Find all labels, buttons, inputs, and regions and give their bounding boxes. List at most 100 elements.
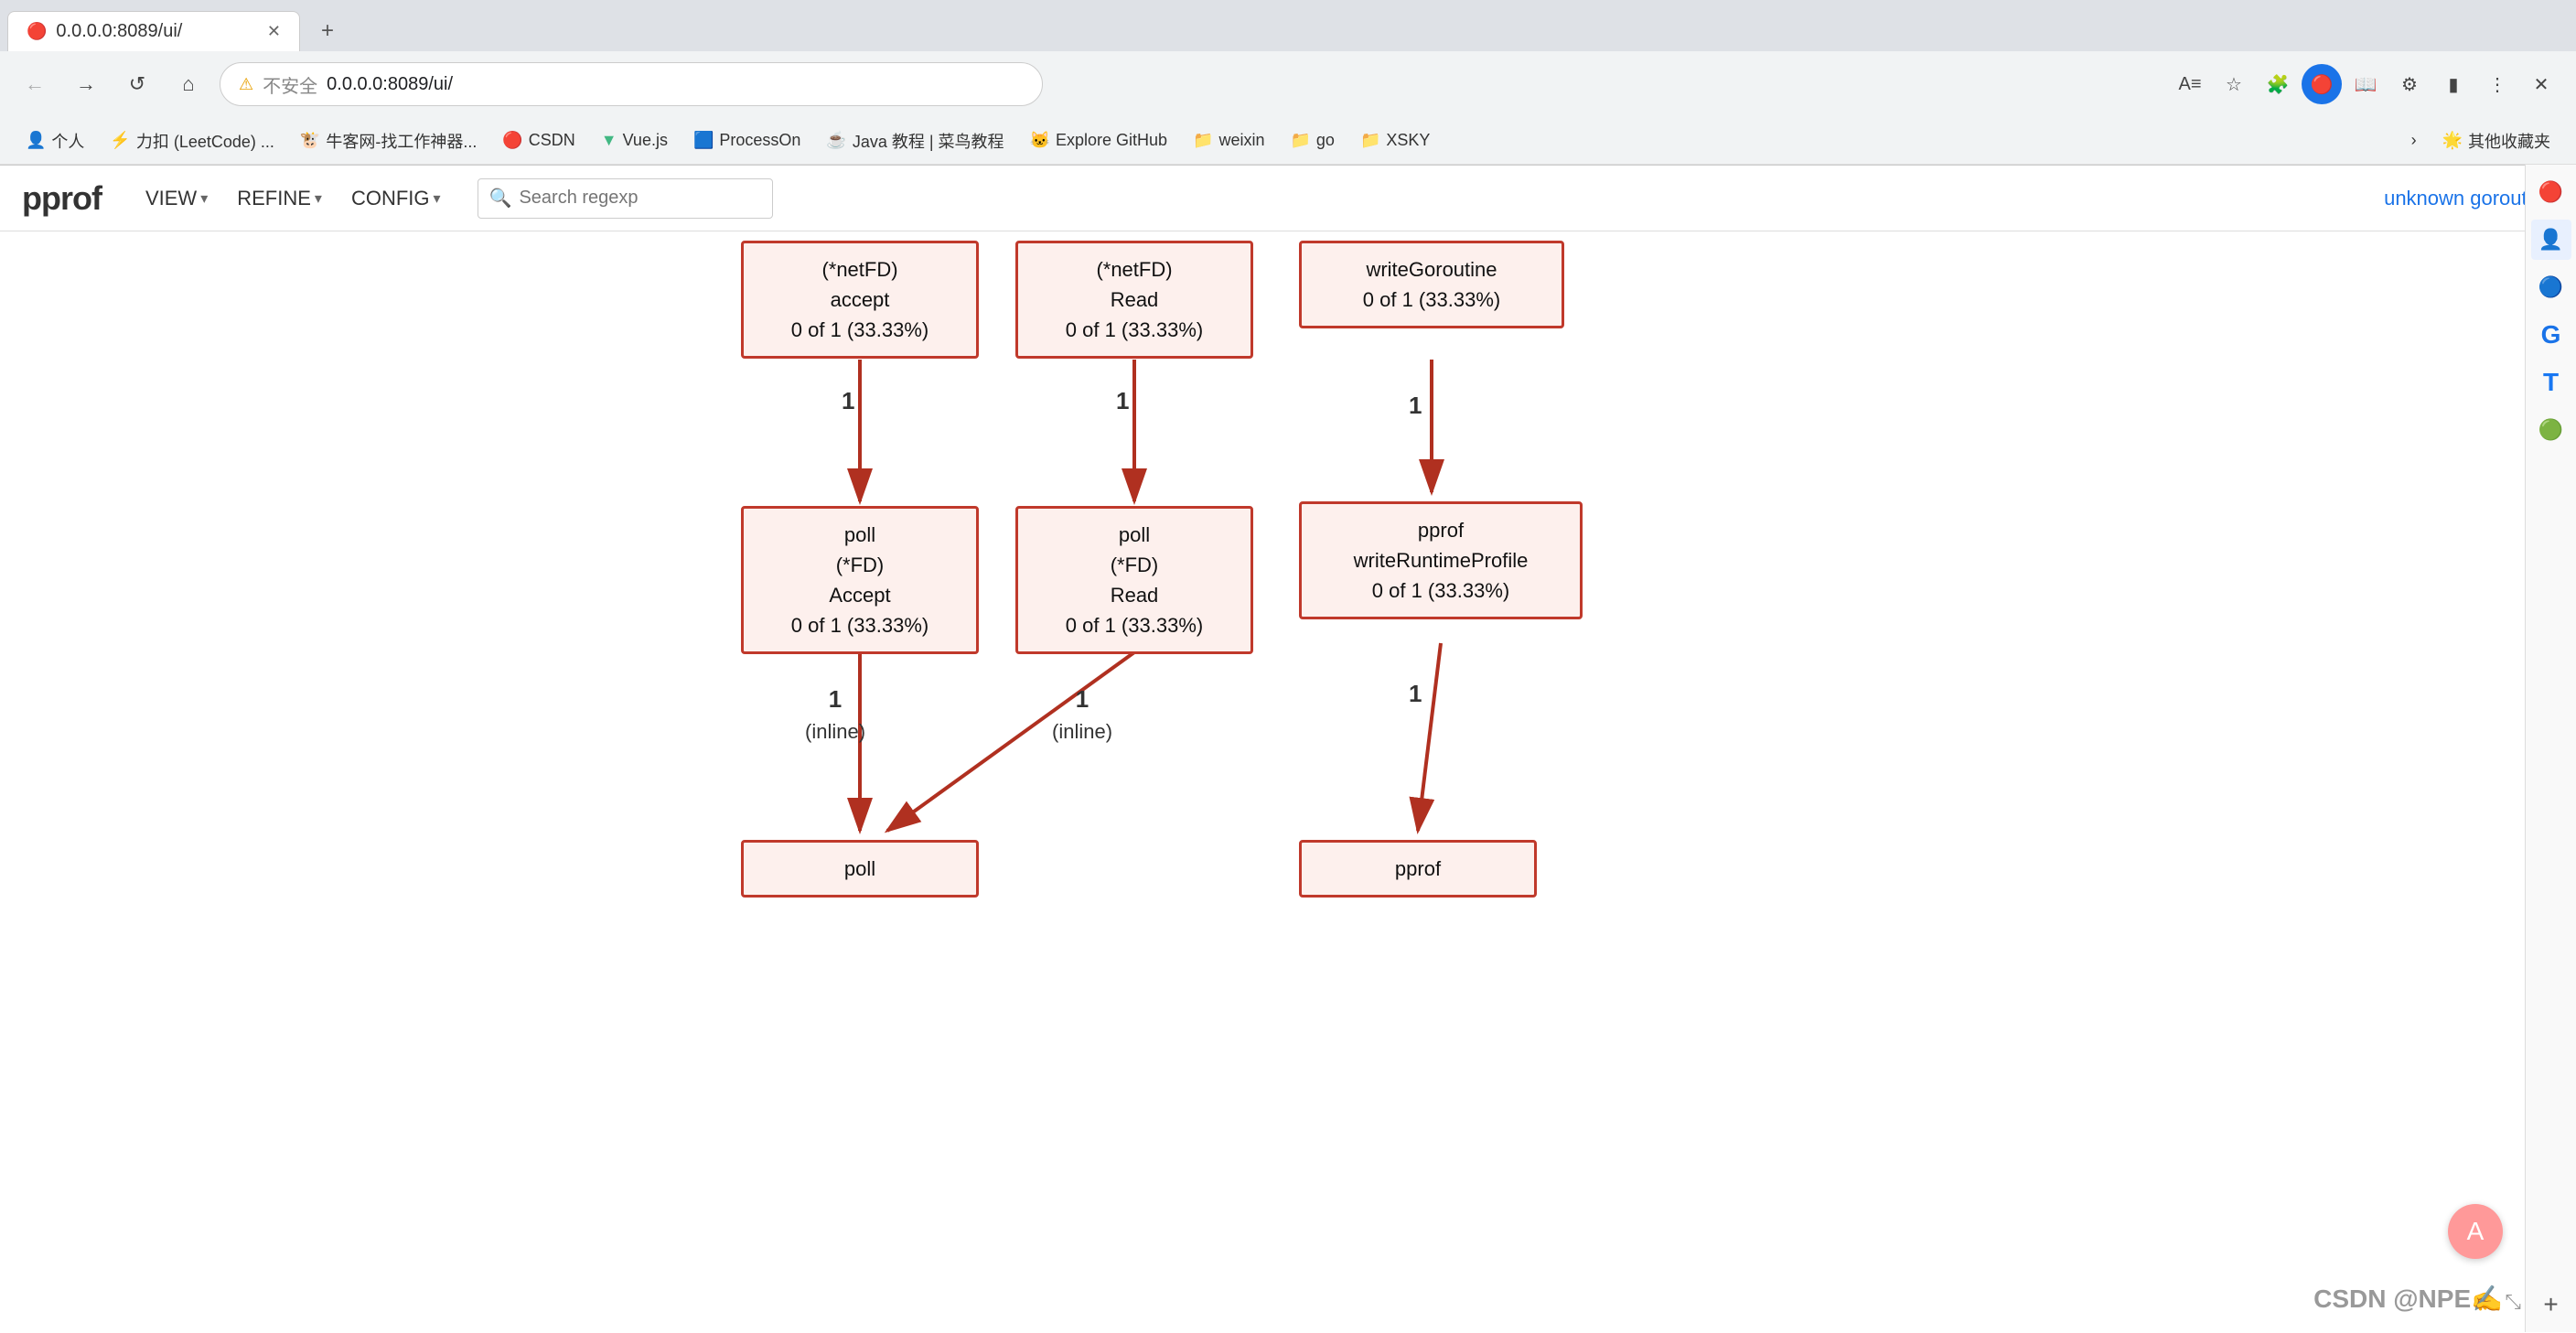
bookmark-leetcode-label: 力扣 (LeetCode) ... — [136, 129, 274, 153]
node-poll-fd-accept-line2: (*FD) — [758, 550, 961, 580]
edge-label-3: 1 — [1409, 392, 1422, 420]
edge-label-6: 1 — [1409, 680, 1422, 708]
node-netfd-read[interactable]: (*netFD) Read 0 of 1 (33.33%) — [1015, 241, 1253, 359]
node-netfd-accept-line2: accept — [758, 285, 961, 315]
menu-config-chevron: ▾ — [434, 189, 441, 208]
node-poll-fd-read-line3: Read — [1033, 580, 1236, 610]
bookmark-go[interactable]: 📁 go — [1279, 127, 1345, 154]
app-header: pprof VIEW ▾ REFINE ▾ CONFIG ▾ 🔍 unknown… — [0, 166, 2576, 231]
bookmark-processon[interactable]: 🟦 ProcessOn — [682, 127, 811, 154]
node-poll-fd-accept-line1: poll — [758, 520, 961, 550]
extensions-button[interactable]: 🧩 — [2258, 64, 2298, 104]
bookmarks-bar: 👤 个人 ⚡ 力扣 (LeetCode) ... 🐮 牛客网-找工作神器... … — [0, 117, 2576, 165]
back-button[interactable]: ← — [15, 64, 55, 104]
node-writegoroutine-line2: 0 of 1 (33.33%) — [1316, 285, 1547, 315]
settings-button[interactable]: ⚙ — [2389, 64, 2430, 104]
more-tools-button[interactable]: ⋮ — [2477, 64, 2517, 104]
bookmark-personal[interactable]: 👤 个人 — [15, 125, 95, 156]
browser-chrome: 🔴 0.0.0.0:8089/ui/ ✕ + ← → ↺ ⌂ ⚠ 不安全 0.0… — [0, 0, 2576, 166]
node-netfd-accept-line1: (*netFD) — [758, 254, 961, 285]
home-button[interactable]: ⌂ — [168, 64, 209, 104]
search-input[interactable] — [519, 188, 761, 209]
node-pprof-write-line2: writeRuntimeProfile — [1316, 545, 1565, 575]
sidebar-ext-4[interactable]: G — [2531, 315, 2571, 355]
node-pprof-writeruntimeprofile[interactable]: pprof writeRuntimeProfile 0 of 1 (33.33%… — [1299, 501, 1583, 619]
sidebar-ext-2[interactable]: 👤 — [2531, 220, 2571, 260]
bookmark-xsky-label: XSKY — [1386, 131, 1430, 150]
node-netfd-read-line2: Read — [1033, 285, 1236, 315]
new-tab-button[interactable]: + — [307, 11, 348, 51]
bookmark-others[interactable]: 🌟 其他收藏夹 — [2431, 125, 2561, 156]
menu-refine-chevron: ▾ — [315, 189, 322, 208]
right-sidebar: 🔴 👤 🔵 G T 🟢 + — [2525, 165, 2576, 1332]
sidebar-ext-5[interactable]: T — [2531, 362, 2571, 403]
tab-title: 0.0.0.0:8089/ui/ — [56, 21, 182, 42]
bookmark-button[interactable]: ☆ — [2214, 64, 2254, 104]
bookmark-vuejs-label: Vue.js — [623, 131, 668, 150]
tab-close-button[interactable]: ✕ — [267, 22, 281, 41]
bookmark-xsky[interactable]: 📁 XSKY — [1349, 127, 1441, 154]
menu-config-label: CONFIG — [351, 187, 430, 210]
sidebar-add-button[interactable]: + — [2531, 1285, 2571, 1325]
menu-view-label: VIEW — [145, 187, 197, 210]
sidebar-ext-1[interactable]: 🔴 — [2531, 172, 2571, 212]
node-writegoroutine[interactable]: writeGoroutine 0 of 1 (33.33%) — [1299, 241, 1564, 328]
bookmark-csdn[interactable]: 🔴 CSDN — [491, 127, 585, 154]
bookmark-github[interactable]: 🐱 Explore GitHub — [1019, 127, 1178, 154]
bookmark-java[interactable]: ☕ Java 教程 | 菜鸟教程 — [815, 125, 1014, 156]
graph-canvas: (*netFD) accept 0 of 1 (33.33%) (*netFD)… — [531, 231, 1994, 1333]
bookmark-niuke-icon: 🐮 — [300, 131, 320, 150]
node-poll-fd-accept[interactable]: poll (*FD) Accept 0 of 1 (33.33%) — [741, 506, 979, 654]
active-tab[interactable]: 🔴 0.0.0.0:8089/ui/ ✕ — [7, 11, 300, 51]
forward-button[interactable]: → — [66, 64, 106, 104]
menu-view[interactable]: VIEW ▾ — [131, 181, 222, 216]
bookmark-github-icon: 🐱 — [1030, 131, 1050, 150]
graph-area[interactable]: (*netFD) accept 0 of 1 (33.33%) (*netFD)… — [0, 231, 2525, 1333]
search-icon: 🔍 — [489, 187, 512, 210]
bookmark-weixin-label: weixin — [1218, 131, 1264, 150]
reading-list-button[interactable]: 📖 — [2345, 64, 2386, 104]
graph-arrows — [531, 231, 1994, 1333]
node-poll-fd-read-line4: 0 of 1 (33.33%) — [1033, 610, 1236, 640]
sidebar-toggle-button[interactable]: ▮ — [2433, 64, 2474, 104]
node-netfd-read-line1: (*netFD) — [1033, 254, 1236, 285]
read-mode-button[interactable]: A≡ — [2170, 64, 2210, 104]
sidebar-ext-3[interactable]: 🔵 — [2531, 267, 2571, 307]
node-netfd-accept[interactable]: (*netFD) accept 0 of 1 (33.33%) — [741, 241, 979, 359]
bookmark-csdn-label: CSDN — [529, 131, 575, 150]
bookmark-others-icon: 🌟 — [2442, 131, 2463, 150]
bookmark-processon-icon: 🟦 — [693, 131, 714, 150]
bookmark-personal-label: 个人 — [51, 129, 84, 153]
bookmark-niuke[interactable]: 🐮 牛客网-找工作神器... — [289, 125, 488, 156]
bookmark-vuejs-icon: ▼ — [601, 131, 617, 150]
node-poll-fd-read-line2: (*FD) — [1033, 550, 1236, 580]
bookmark-leetcode[interactable]: ⚡ 力扣 (LeetCode) ... — [99, 125, 284, 156]
node-poll-fd-read-line1: poll — [1033, 520, 1236, 550]
close-browser-button[interactable]: ✕ — [2521, 64, 2561, 104]
bookmark-niuke-label: 牛客网-找工作神器... — [326, 129, 477, 153]
edge-label-5: 1(inline) — [1052, 684, 1112, 747]
bookmark-weixin[interactable]: 📁 weixin — [1182, 127, 1275, 154]
bookmark-vuejs[interactable]: ▼ Vue.js — [590, 127, 679, 154]
menu-refine[interactable]: REFINE ▾ — [222, 181, 337, 216]
refresh-button[interactable]: ↺ — [117, 64, 157, 104]
url-bar[interactable]: ⚠ 不安全 0.0.0.0:8089/ui/ — [220, 62, 1043, 106]
node-pprof-bottom[interactable]: pprof — [1299, 840, 1537, 898]
node-poll-fd-read[interactable]: poll (*FD) Read 0 of 1 (33.33%) — [1015, 506, 1253, 654]
translate-button[interactable]: A — [2448, 1204, 2503, 1259]
search-box[interactable]: 🔍 — [478, 178, 774, 219]
node-writegoroutine-line1: writeGoroutine — [1316, 254, 1547, 285]
bookmark-go-icon: 📁 — [1290, 131, 1310, 150]
bookmark-go-label: go — [1316, 131, 1335, 150]
bookmark-personal-icon: 👤 — [26, 131, 46, 150]
sidebar-ext-6[interactable]: 🟢 — [2531, 410, 2571, 450]
menu-config[interactable]: CONFIG ▾ — [337, 181, 456, 216]
profile-button[interactable]: 🔴 — [2302, 64, 2342, 104]
bookmark-others-label: 其他收藏夹 — [2468, 129, 2550, 153]
edge-label-4: 1(inline) — [805, 684, 865, 747]
node-poll-bottom[interactable]: poll — [741, 840, 979, 898]
url-text: 0.0.0.0:8089/ui/ — [327, 74, 453, 95]
resize-handle[interactable]: ⤡ — [2505, 1290, 2521, 1314]
bookmark-csdn-icon: 🔴 — [502, 131, 522, 150]
bookmark-more-button[interactable]: › — [2400, 127, 2428, 154]
